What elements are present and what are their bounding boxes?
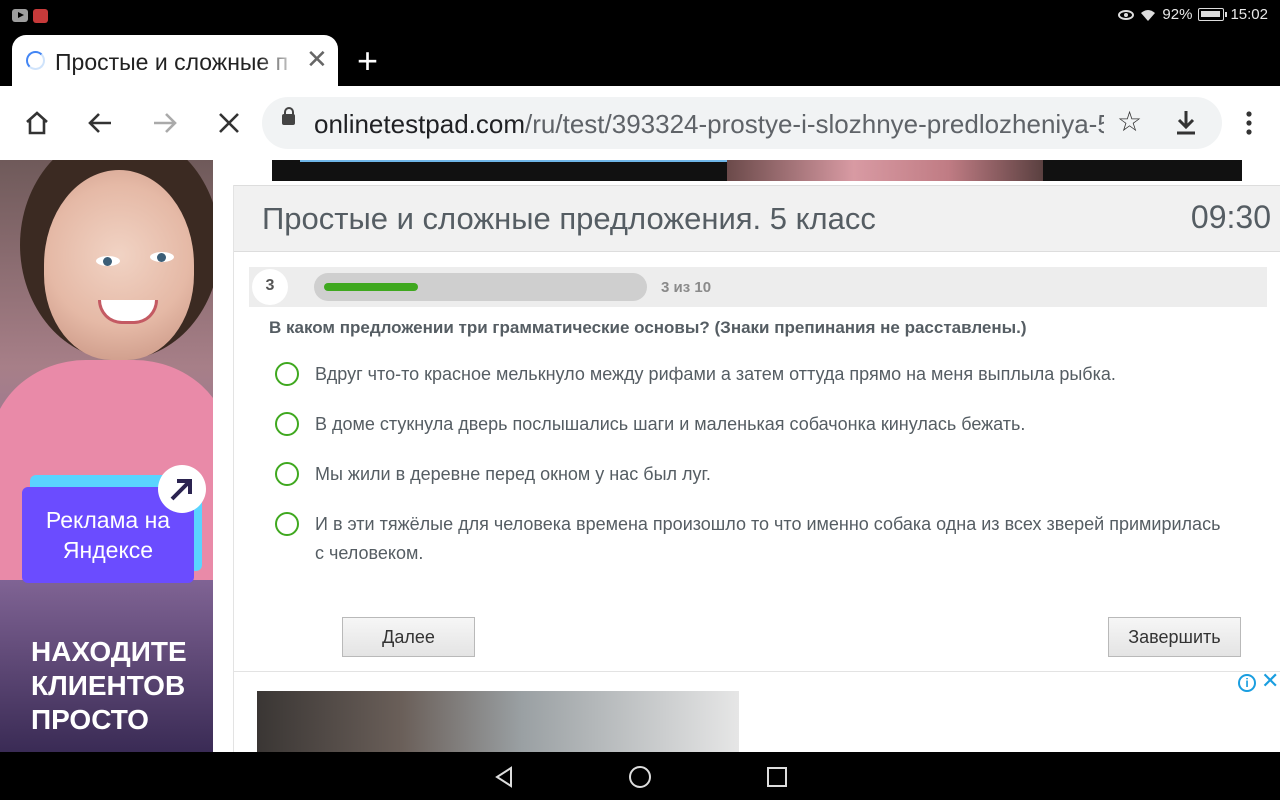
radio-button[interactable] (275, 362, 299, 386)
question-text: В каком предложении три грамматические о… (269, 318, 1027, 337)
side-advertisement[interactable]: Реклама на Яндексе НАХОДИТЕ КЛИЕНТОВ ПРО… (0, 160, 213, 752)
ad-photo (44, 170, 194, 360)
ad-video-thumbnail[interactable] (257, 691, 739, 752)
stop-loading-icon[interactable] (210, 104, 248, 142)
url-text[interactable]: onlinetestpad.com/ru/test/393324-prostye… (314, 109, 1104, 140)
test-panel: Простые и сложные предложения. 5 класс 0… (233, 185, 1280, 752)
progress-bar (314, 273, 647, 301)
radio-button[interactable] (275, 512, 299, 536)
menu-dots-icon[interactable] (1230, 104, 1268, 142)
test-header: Простые и сложные предложения. 5 класс 0… (234, 185, 1280, 252)
back-arrow-icon[interactable] (81, 104, 119, 142)
next-button[interactable]: Далее (342, 617, 475, 657)
tab-title: Простые и сложные предложения. 5 класс (55, 49, 289, 75)
close-ad-icon[interactable]: ✕ (1261, 670, 1279, 692)
nav-recents-icon[interactable] (767, 767, 787, 787)
forward-arrow-icon[interactable] (146, 104, 184, 142)
youtube-notification-icon (12, 9, 28, 22)
home-icon[interactable] (18, 104, 56, 142)
battery-percent: 92% (1162, 6, 1193, 23)
progress-text: 3 из 10 (661, 279, 712, 296)
bookmark-star-icon[interactable]: ☆ (1117, 108, 1142, 136)
info-icon[interactable]: i (1238, 674, 1256, 692)
system-nav-bar (0, 752, 1280, 800)
test-title: Простые и сложные предложения. 5 класс (262, 201, 876, 236)
browser-tab[interactable]: Простые и сложные предложения. 5 класс ✕ (12, 35, 338, 86)
answer-text: Мы жили в деревне перед окном у нас был … (315, 464, 711, 484)
answer-option[interactable]: И в эти тяжёлые для человека времена про… (274, 510, 1234, 580)
bottom-advertisement[interactable]: i ✕ (234, 670, 1280, 752)
app-notification-icon (33, 9, 48, 23)
arrow-icon (158, 465, 206, 513)
address-bar[interactable]: onlinetestpad.com/ru/test/393324-prostye… (262, 97, 1222, 149)
answer-text: В доме стукнула дверь послышались шаги и… (315, 414, 1026, 434)
ad-slogan: НАХОДИТЕ КЛИЕНТОВ ПРОСТО (31, 636, 187, 735)
loading-spinner-icon (26, 51, 45, 70)
browser-toolbar: onlinetestpad.com/ru/test/393324-prostye… (0, 86, 1280, 160)
radio-button[interactable] (275, 462, 299, 486)
answer-list: Вдруг что-то красное мелькнуло между риф… (274, 360, 1234, 580)
eye-comfort-icon (1118, 9, 1135, 20)
answer-text: И в эти тяжёлые для человека времена про… (315, 514, 1221, 563)
status-icons: 92% 15:02 (1118, 6, 1268, 23)
tab-strip: Простые и сложные предложения. 5 класс ✕… (0, 32, 1280, 86)
download-icon[interactable] (1172, 108, 1200, 138)
close-tab-icon[interactable]: ✕ (306, 46, 328, 72)
radio-button[interactable] (275, 412, 299, 436)
timer: 09:30 (1190, 199, 1271, 235)
battery-icon (1198, 8, 1228, 21)
top-banner-ad[interactable] (272, 160, 1242, 181)
finish-button[interactable]: Завершить (1108, 617, 1241, 657)
clock: 15:02 (1230, 6, 1268, 23)
new-tab-icon[interactable]: + (357, 43, 378, 79)
status-bar: 92% 15:02 (0, 0, 1280, 32)
answer-option[interactable]: Мы жили в деревне перед окном у нас был … (274, 460, 1234, 510)
nav-home-icon[interactable] (628, 765, 652, 789)
answer-option[interactable]: В доме стукнула дверь послышались шаги и… (274, 410, 1234, 460)
question-number: 3 (252, 269, 288, 305)
lock-icon (282, 107, 295, 125)
wifi-icon (1141, 9, 1156, 21)
progress-row: 3 3 из 10 (249, 267, 1267, 307)
answer-option[interactable]: Вдруг что-то красное мелькнуло между риф… (274, 360, 1234, 410)
answer-text: Вдруг что-то красное мелькнуло между риф… (315, 364, 1116, 384)
page-content: Реклама на Яндексе НАХОДИТЕ КЛИЕНТОВ ПРО… (0, 160, 1280, 752)
progress-bar-fill (324, 283, 418, 291)
